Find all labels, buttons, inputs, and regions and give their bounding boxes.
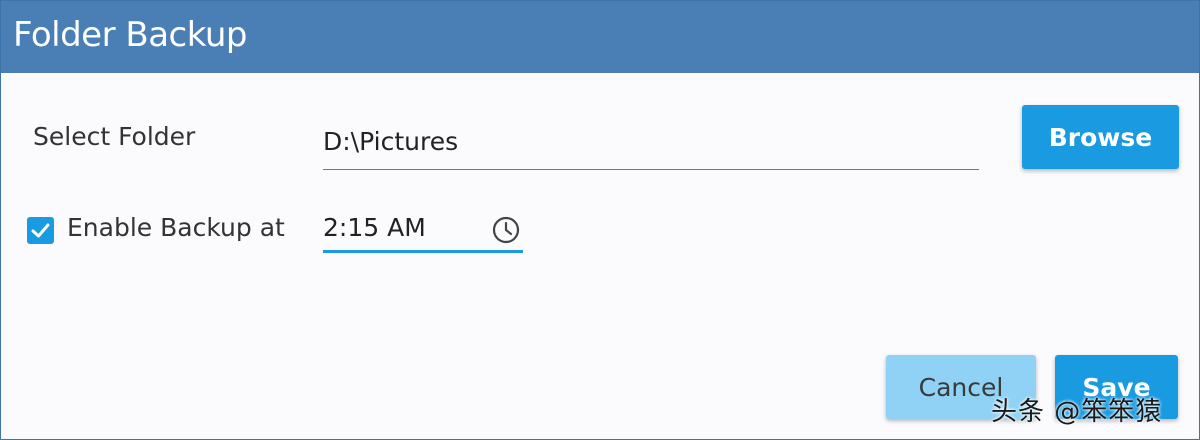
select-folder-label: Select Folder	[33, 122, 196, 151]
dialog-title: Folder Backup	[13, 15, 248, 55]
backup-time-value: 2:15 AM	[323, 213, 426, 242]
enable-backup-label: Enable Backup at	[67, 213, 285, 242]
browse-button[interactable]: Browse	[1022, 105, 1179, 169]
title-bar: Folder Backup	[1, 1, 1199, 73]
backup-time-picker[interactable]: 2:15 AM	[323, 207, 523, 253]
save-button[interactable]: Save	[1055, 355, 1178, 419]
clock-icon[interactable]	[491, 215, 521, 245]
cancel-button[interactable]: Cancel	[886, 355, 1036, 419]
enable-backup-checkbox[interactable]	[27, 217, 54, 244]
folder-path-input[interactable]	[323, 119, 979, 170]
checkmark-icon	[31, 223, 50, 238]
folder-backup-dialog: Folder Backup Select Folder Browse Enabl…	[0, 0, 1200, 440]
